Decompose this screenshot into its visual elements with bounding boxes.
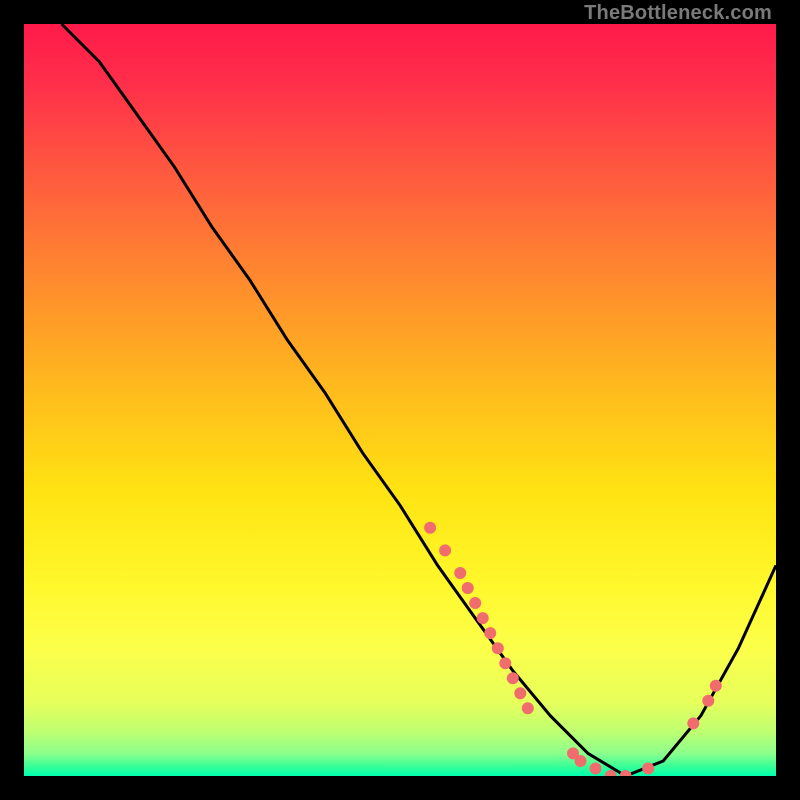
data-point (462, 582, 474, 594)
data-point (499, 657, 511, 669)
data-point (454, 567, 466, 579)
data-point (575, 755, 587, 767)
chart-frame (24, 24, 776, 776)
data-point (469, 597, 481, 609)
data-point (710, 680, 722, 692)
data-point (477, 612, 489, 624)
bottleneck-curve (62, 24, 776, 776)
data-point (590, 763, 602, 775)
watermark-text: TheBottleneck.com (584, 2, 772, 25)
data-point (522, 702, 534, 714)
plot-area (24, 24, 776, 776)
data-point (642, 763, 654, 775)
data-point (620, 770, 632, 776)
data-point (484, 627, 496, 639)
data-point (439, 544, 451, 556)
curve-layer (62, 24, 776, 776)
data-point (702, 695, 714, 707)
data-point (687, 717, 699, 729)
data-point (492, 642, 504, 654)
curve-svg (24, 24, 776, 776)
data-point (514, 687, 526, 699)
data-point (424, 522, 436, 534)
data-point (507, 672, 519, 684)
